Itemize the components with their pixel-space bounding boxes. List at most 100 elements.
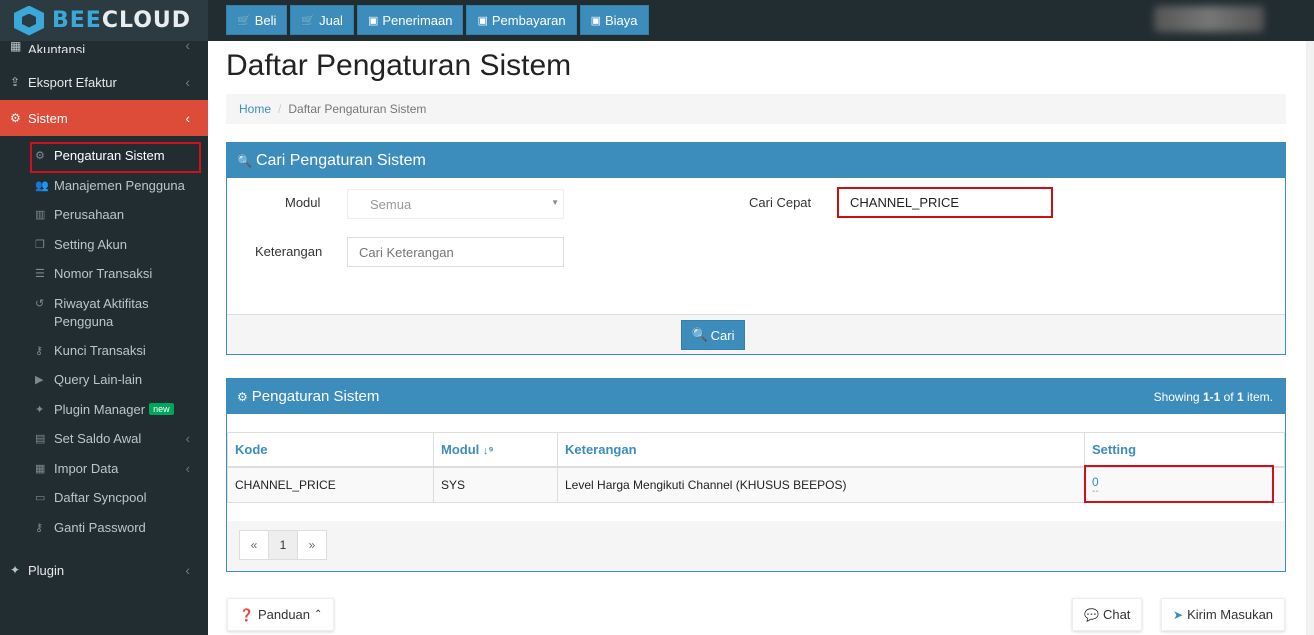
breadcrumb-home[interactable]: Home [239,102,271,116]
results-summary: Showing 1-1 of 1 item. [1153,389,1273,404]
column-kode[interactable]: Kode [227,432,434,468]
sidebar-item-akuntansi[interactable]: ▦ Akuntansi ‹ [0,41,208,53]
highlight-box [30,142,201,173]
modul-select[interactable]: Semua ▼ [347,189,564,219]
table-header-row: Kode Modul ↓⁹ Keterangan Setting [227,432,1285,468]
window-icon: ▭ [35,492,46,505]
pager-page-1[interactable]: 1 [268,530,298,560]
chat-button[interactable]: 💬 Chat [1072,598,1143,631]
gears-icon: ⚙ [10,111,21,125]
sidebar-sub-nomor-transaksi[interactable]: ☰ Nomor Transaksi [0,259,208,289]
kirim-masukan-button[interactable]: ➤ Kirim Masukan [1161,598,1286,631]
biaya-button[interactable]: ▣ Biaya [579,5,649,35]
new-badge: new [149,403,174,416]
search-icon: 🔍 [237,153,252,168]
sidebar-sub-query-lain-lain[interactable]: ▶ Query Lain-lain [0,365,208,395]
column-keterangan[interactable]: Keterangan [557,432,1085,468]
sidebar-sub-impor-data[interactable]: ▦ Impor Data ‹ [0,454,208,484]
beli-button[interactable]: 🛒 Beli [226,5,288,35]
top-nav: 🛒 Beli 🛒 Jual ▣ Penerimaan ▣ Pembayaran ▣ Bia… [226,5,649,35]
user-menu[interactable] [1154,6,1264,32]
top-bar: BEECLOUD 🛒 Beli 🛒 Jual ▣ Penerimaan ▣ Pembay… [0,0,1314,41]
brand-name: BEECLOUD [52,8,192,33]
key-icon: ⚷ [35,521,44,534]
breadcrumb: Home / Daftar Pengaturan Sistem [226,94,1286,124]
main-content: Daftar Pengaturan Sistem Home / Daftar P… [208,41,1306,635]
cari-button[interactable]: 🔍 Cari [681,320,745,350]
chevron-left-icon: ‹ [185,562,190,578]
cari-cepat-label: Cari Cepat [749,195,812,210]
chevron-left-icon: ‹ [185,431,190,447]
money-icon: ▣ [590,14,601,27]
paper-plane-icon: ➤ [1173,607,1184,622]
keterangan-label: Keterangan [255,244,323,259]
list-icon: ☰ [35,268,45,281]
pager-prev[interactable]: « [239,530,269,560]
bee-logo-icon [14,5,44,36]
puzzle-icon: ✦ [35,403,45,416]
highlight-box [1084,465,1274,503]
cart-icon: 🛒 [237,14,251,27]
copy-icon: ❐ [35,238,45,251]
results-panel-header: ⚙ Pengaturan Sistem Showing 1-1 of 1 item… [227,379,1285,414]
keterangan-input[interactable] [347,237,564,267]
table-footer: « 1 » [227,521,1285,571]
sidebar: ▦ Akuntansi ‹ ⇪ Eksport Efaktur ‹ ⚙ Sistem ‹ ⚙… [0,41,216,635]
breadcrumb-separator: / [278,102,282,116]
pager-next[interactable]: » [297,530,327,560]
row-keterangan: Level Harga Mengikuti Channel (KHUSUS BE… [557,466,1085,503]
search-panel-footer: 🔍 Cari [227,314,1285,354]
sidebar-sub-setting-akun[interactable]: ❐ Setting Akun [0,230,208,260]
jual-button[interactable]: 🛒 Jual [290,5,354,35]
sidebar-item-sistem[interactable]: ⚙ Sistem ‹ [0,100,216,136]
search-icon: 🔍 [691,327,708,342]
cart-icon: 🛒 [301,14,316,27]
results-panel: ⚙ Pengaturan Sistem Showing 1-1 of 1 item… [226,378,1286,572]
row-modul: SYS [433,466,558,503]
sidebar-sub-ganti-password[interactable]: ⚷ Ganti Password [0,513,208,543]
sidebar-sub-manajemen-pengguna[interactable]: 👥 Manajemen Pengguna [0,171,208,201]
gears-icon: ⚙ [237,389,248,404]
table-icon: ▦ [35,462,46,475]
column-modul[interactable]: Modul ↓⁹ [433,432,558,468]
chevron-up-icon: ⌃ [314,609,323,620]
key-icon: ⚷ [35,344,44,357]
penerimaan-button[interactable]: ▣ Penerimaan [356,5,464,35]
sidebar-item-eksport-efaktur[interactable]: ⇪ Eksport Efaktur ‹ [0,64,208,100]
question-icon: ❓ [239,607,254,622]
chart-icon: ▦ [10,41,22,53]
modul-label: Modul [285,195,321,210]
building-icon: ▥ [35,209,46,222]
chevron-left-icon: ‹ [185,110,190,126]
cari-cepat-input[interactable]: CHANNEL_PRICE [837,187,1053,218]
history-icon: ↺ [35,297,45,310]
chat-icon: 💬 [1084,607,1099,622]
panduan-button[interactable]: ❓ Panduan ⌃ [227,598,335,631]
breadcrumb-current: Daftar Pengaturan Sistem [288,102,427,116]
sidebar-item-plugin[interactable]: ✦ Plugin ‹ [0,552,208,588]
search-panel-header: 🔍 Cari Pengaturan Sistem [227,143,1285,178]
money-icon: ▣ [367,14,379,27]
upload-icon: ⇪ [10,75,21,89]
sidebar-sub-daftar-syncpool[interactable]: ▭ Daftar Syncpool [0,483,208,513]
sort-icon: ↓⁹ [482,444,494,457]
calc-icon: ▤ [35,433,46,446]
sidebar-sub-kunci-transaksi[interactable]: ⚷ Kunci Transaksi [0,336,208,366]
sidebar-sub-plugin-manager[interactable]: ✦ Plugin Manager new [0,395,208,425]
users-icon: 👥 [35,179,49,192]
row-kode: CHANNEL_PRICE [227,466,434,503]
brand-logo[interactable]: BEECLOUD [0,0,208,41]
sidebar-sub-riwayat-aktifitas[interactable]: ↺ Riwayat Aktifitas Pengguna [0,289,208,336]
scrollbar[interactable] [1306,41,1314,635]
column-setting: Setting [1084,432,1285,468]
puzzle-icon: ✦ [10,563,21,577]
sidebar-sub-set-saldo-awal[interactable]: ▤ Set Saldo Awal ‹ [0,424,208,454]
chevron-left-icon: ‹ [185,74,190,90]
caret-down-icon: ▼ [551,198,559,207]
chevron-left-icon: ‹ [185,460,190,476]
pembayaran-button[interactable]: ▣ Pembayaran [466,5,577,35]
sidebar-sub-perusahaan[interactable]: ▥ Perusahaan [0,200,208,230]
chevron-left-icon: ‹ [185,41,190,53]
pagination: « 1 » [239,530,327,560]
search-panel: 🔍 Cari Pengaturan Sistem Modul Semua ▼ Ke… [226,142,1286,355]
